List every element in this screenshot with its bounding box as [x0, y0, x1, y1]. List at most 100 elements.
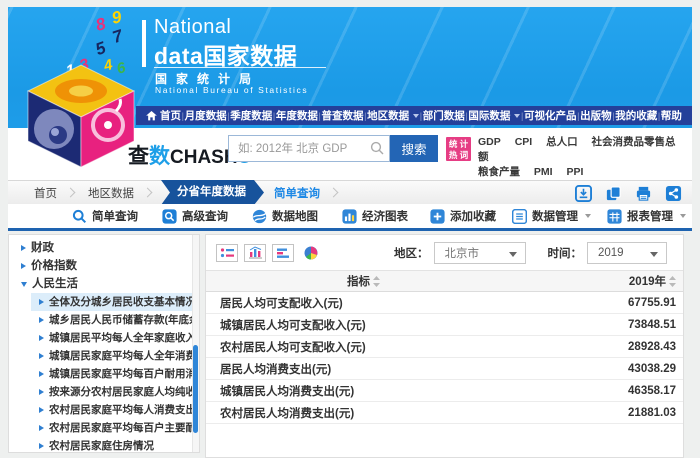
- nav-item-visualization-products[interactable]: 可视化产品: [524, 108, 577, 123]
- column-header-label: 2019年: [629, 273, 666, 289]
- caret-right-icon: [39, 371, 44, 377]
- list-view-button[interactable]: [216, 244, 238, 262]
- hot-word-population[interactable]: 总人口: [546, 136, 578, 148]
- nav-label: 可视化产品: [524, 108, 577, 123]
- time-select-value: 2019: [598, 247, 624, 259]
- table-row[interactable]: 城镇居民人均消费支出(元) 46358.17: [206, 380, 683, 402]
- breadcrumb-home[interactable]: 首页: [34, 185, 57, 201]
- copy-icon[interactable]: [605, 185, 622, 202]
- bar-chart-view-button[interactable]: [244, 244, 266, 262]
- sidebar-scrollbar-track[interactable]: [192, 235, 199, 452]
- tree-label: 价格指数: [31, 257, 77, 275]
- download-icon[interactable]: [575, 185, 592, 202]
- sidebar-item-savings-deposit[interactable]: 城乡居民人民币储蓄存款(年底余额): [31, 311, 199, 329]
- breadcrumb-simple-query[interactable]: 简单查询: [274, 185, 320, 201]
- time-select[interactable]: 2019: [587, 242, 667, 264]
- sidebar-item-price-index[interactable]: 价格指数: [9, 257, 199, 275]
- print-icon[interactable]: [635, 185, 652, 202]
- table-row[interactable]: 居民人均可支配收入(元) 67755.91: [206, 292, 683, 314]
- nav-item-help[interactable]: 帮助: [661, 108, 682, 123]
- nav-item-department-data[interactable]: 部门数据: [423, 108, 465, 123]
- sidebar-item-urban-durable-goods[interactable]: 城镇居民家庭平均每百户耐用消费品拥有: [31, 365, 199, 383]
- hbar-chart-icon: [276, 247, 291, 259]
- hot-words-row: 粮食产量 PMI PPI: [478, 165, 692, 180]
- caret-right-icon: [21, 263, 26, 269]
- nav-item-census-data[interactable]: 普查数据: [322, 108, 364, 123]
- sort-icon[interactable]: [373, 276, 380, 287]
- nav-item-regional-data[interactable]: 地区数据: [367, 108, 419, 123]
- logo-divider-bar: [142, 20, 146, 67]
- toolbar-report-manage[interactable]: 报表管理: [607, 208, 686, 224]
- toolbar-add-favorite[interactable]: 添加收藏: [430, 208, 496, 224]
- search-button[interactable]: 搜索: [390, 135, 438, 162]
- toolbar-data-map[interactable]: 数据地图: [252, 208, 318, 224]
- pie-chart-icon: [303, 245, 319, 261]
- pie-chart-view-button[interactable]: [300, 244, 322, 262]
- sidebar-item-income-expense-basic[interactable]: 全体及分城乡居民收支基本情况(新口径): [31, 293, 199, 311]
- sidebar-item-finance[interactable]: 财政: [9, 239, 199, 257]
- nav-separator: |: [612, 111, 614, 121]
- breadcrumb-actions: [575, 185, 682, 202]
- toolbar-label: 简单查询: [92, 208, 138, 224]
- breadcrumb-regional-data[interactable]: 地区数据: [88, 185, 134, 201]
- hot-words-badge: 统 计 热 词: [446, 137, 471, 161]
- column-header-indicator[interactable]: 指标: [206, 273, 521, 289]
- chevron-down-icon: [680, 214, 686, 218]
- nav-item-monthly-data[interactable]: 月度数据: [185, 108, 227, 123]
- share-icon[interactable]: [665, 185, 682, 202]
- chevron-down-icon: [509, 252, 517, 257]
- caret-right-icon: [39, 317, 44, 323]
- search-icon: [370, 141, 384, 155]
- nav-label: 普查数据: [322, 108, 364, 123]
- nav-item-quarterly-data[interactable]: 季度数据: [230, 108, 272, 123]
- query-toolbar: 简单查询 高级查询 数据地图 经济图表: [8, 204, 692, 231]
- indicator-cell: 城镇居民人均消费支出(元): [206, 383, 521, 399]
- hbar-chart-view-button[interactable]: [272, 244, 294, 262]
- nav-item-international-data[interactable]: 国际数据: [468, 108, 520, 123]
- column-header-year[interactable]: 2019年: [521, 273, 683, 289]
- sidebar-item-rural-durable-goods[interactable]: 农村居民家庭平均每百户主要耐用消费品: [31, 419, 199, 437]
- table-row[interactable]: 居民人均消费支出(元) 43038.29: [206, 358, 683, 380]
- nav-label: 帮助: [661, 108, 682, 123]
- nav-item-publications[interactable]: 出版物: [580, 108, 612, 123]
- caret-right-icon: [39, 425, 44, 431]
- hot-word-ppi[interactable]: PPI: [567, 166, 584, 178]
- nav-item-annual-data[interactable]: 年度数据: [276, 108, 318, 123]
- sidebar-item-rural-consumption[interactable]: 农村居民家庭平均每人消费支出: [31, 401, 199, 419]
- toolbar-simple-query[interactable]: 简单查询: [72, 208, 138, 224]
- caret-right-icon: [39, 407, 44, 413]
- indicator-cell: 城镇居民人均可支配收入(元): [206, 317, 521, 333]
- sidebar-item-urban-income-source[interactable]: 城镇居民平均每人全年家庭收入来源: [31, 329, 199, 347]
- tree-label: 城乡居民人民币储蓄存款(年底余额): [49, 311, 199, 329]
- chevron-right-icon: [329, 188, 339, 198]
- toolbar-data-manage[interactable]: 数据管理: [512, 208, 591, 224]
- sidebar-scrollbar-thumb[interactable]: [193, 345, 198, 433]
- table-row[interactable]: 农村居民人均消费支出(元) 21881.03: [206, 402, 683, 424]
- toolbar-economic-charts[interactable]: 经济图表: [342, 208, 408, 224]
- table-row[interactable]: 城镇居民人均可支配收入(元) 73848.51: [206, 314, 683, 336]
- hot-word-gdp[interactable]: GDP: [478, 136, 501, 148]
- search-input[interactable]: [228, 135, 390, 162]
- hot-word-cpi[interactable]: CPI: [515, 136, 533, 148]
- table-icon: [607, 209, 622, 224]
- nav-item-home[interactable]: 首页: [146, 108, 181, 123]
- hot-word-pmi[interactable]: PMI: [534, 166, 553, 178]
- tree-label: 农村居民家庭住房情况: [49, 437, 154, 453]
- nav-label: 首页: [160, 108, 181, 123]
- tree-label: 城镇居民家庭平均每人全年消费性支出: [49, 347, 199, 365]
- sidebar-item-rural-net-income[interactable]: 按来源分农村居民家庭人均纯收入: [31, 383, 199, 401]
- search-box-icon: [162, 209, 177, 224]
- hot-word-grain-output[interactable]: 粮食产量: [478, 166, 520, 178]
- list-view-icon: [220, 247, 235, 259]
- sidebar-item-rural-housing[interactable]: 农村居民家庭住房情况: [31, 437, 199, 453]
- sort-icon[interactable]: [669, 276, 676, 287]
- sidebar-item-people-life[interactable]: 人民生活: [9, 275, 199, 293]
- region-select[interactable]: 北京市: [434, 242, 526, 264]
- breadcrumb-active-provincial-annual[interactable]: 分省年度数据: [161, 180, 264, 205]
- table-row[interactable]: 农村居民人均可支配收入(元) 28928.43: [206, 336, 683, 358]
- toolbar-advanced-query[interactable]: 高级查询: [162, 208, 228, 224]
- main-nav: 首页 | 月度数据 | 季度数据 | 年度数据 | 普查数据 | 地区数据 | …: [136, 106, 692, 125]
- hot-words-badge-line1: 统 计: [446, 139, 471, 150]
- nav-item-my-favorites[interactable]: 我的收藏: [615, 108, 657, 123]
- sidebar-item-urban-consumption[interactable]: 城镇居民家庭平均每人全年消费性支出: [31, 347, 199, 365]
